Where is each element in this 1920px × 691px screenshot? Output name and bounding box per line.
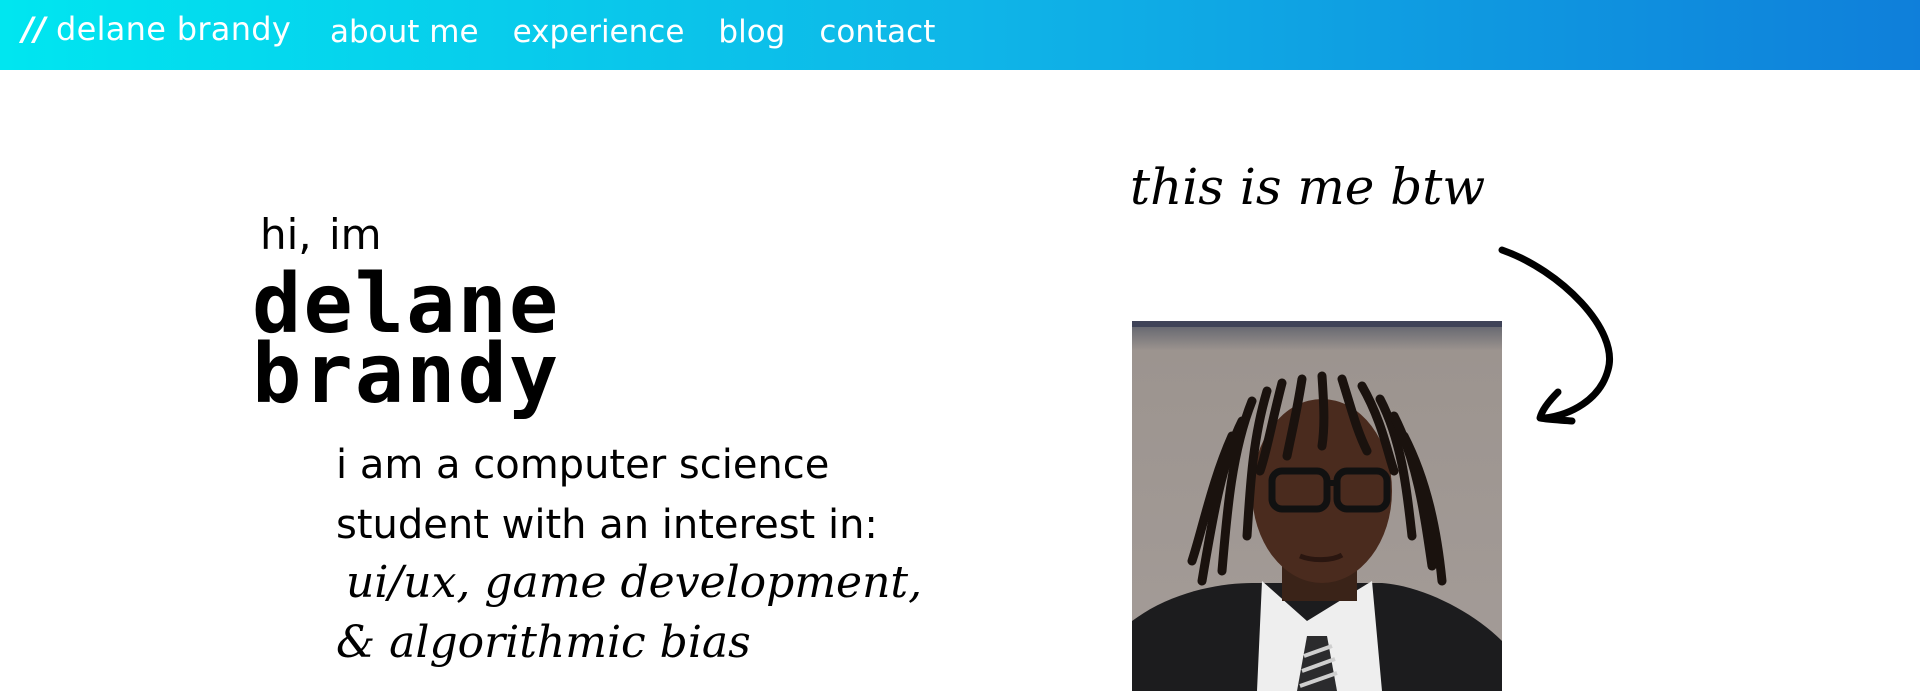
brand-logo-link[interactable]: // delane brandy <box>22 10 291 48</box>
hero-intro-line-1: i am a computer science <box>336 442 830 488</box>
brand-name: delane brandy <box>55 10 292 48</box>
hero-interests: ui/ux, game development, & algorithmic b… <box>336 553 922 673</box>
hero-intro: i am a computer science student with an … <box>336 435 878 555</box>
nav-link-blog[interactable]: blog <box>718 14 785 50</box>
curved-arrow-icon <box>1498 246 1613 425</box>
portrait-illustration <box>1132 321 1502 691</box>
hero-name-last: brandy <box>252 327 561 422</box>
nav-link-experience[interactable]: experience <box>513 14 685 50</box>
hero-interests-line-2: & algorithmic bias <box>336 617 751 668</box>
profile-photo <box>1132 321 1502 691</box>
hero-greeting: hi, im <box>260 210 382 259</box>
nav-link-contact[interactable]: contact <box>819 14 935 50</box>
navbar: // delane brandy about me experience blo… <box>0 0 1920 70</box>
nav-link-about-me[interactable]: about me <box>330 14 479 50</box>
hero-intro-line-2: student with an interest in: <box>336 502 878 548</box>
hero-name: delane brandy <box>252 264 561 422</box>
photo-caption: this is me btw <box>1130 158 1486 216</box>
nav-links: about me experience blog contact <box>330 14 935 50</box>
brand-slashes: // <box>22 10 46 48</box>
hero-interests-line-1: ui/ux, game development, <box>346 557 923 608</box>
